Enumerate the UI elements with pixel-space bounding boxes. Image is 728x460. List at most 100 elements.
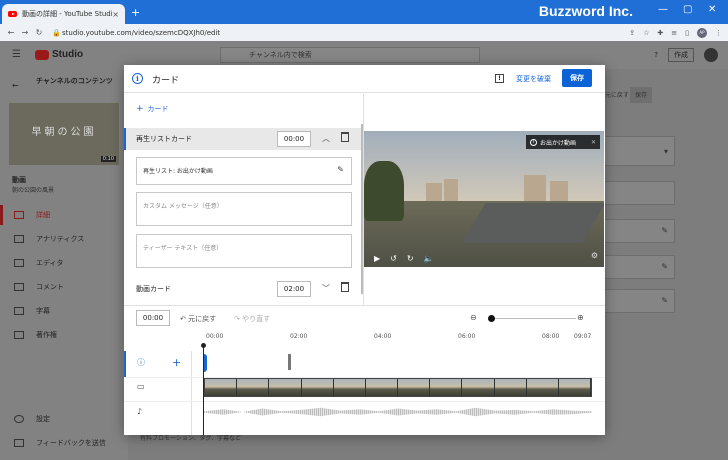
undo-button[interactable]: ↶ 元に戻す	[180, 314, 216, 324]
sidebar-toggle-icon[interactable]: ▯	[685, 29, 689, 37]
back-arrow-icon[interactable]: ←	[4, 28, 18, 37]
sidebar-item-subtitles[interactable]: 字幕	[0, 301, 128, 321]
scrollbar[interactable]	[361, 124, 363, 294]
close-window-button[interactable]: ✕	[708, 4, 716, 15]
playlist-select-field[interactable]: 再生リスト: お出かけ動画 ✎	[136, 157, 352, 185]
sidebar-item-copyright[interactable]: 著作権	[0, 325, 128, 345]
channel-content-title[interactable]: チャンネルのコンテンツ	[36, 77, 116, 86]
pencil-icon[interactable]: ✎	[337, 165, 344, 174]
reload-icon[interactable]: ↻	[32, 28, 46, 37]
card-time-input[interactable]: 00:00	[277, 131, 311, 147]
sidebar-item-settings[interactable]: 設定	[0, 409, 128, 429]
active-track-indicator	[124, 351, 126, 377]
redo-button[interactable]: ↷ やり直す	[234, 314, 270, 324]
video-card-section: 動画カード 02:00 ﹀	[124, 278, 362, 300]
video-frame	[426, 183, 442, 201]
help-icon[interactable]: ?	[654, 51, 658, 59]
video-controls: ▶ ↺ ↻ 🔈	[364, 249, 604, 267]
new-tab-button[interactable]: +	[131, 6, 140, 19]
search-input[interactable]: チャンネル内で検索	[220, 47, 480, 63]
video-thumbnail[interactable]: 早朝の公園 0:10	[9, 103, 119, 165]
save-button[interactable]: 保存	[562, 69, 592, 87]
ruler-tick-label: 04:00	[374, 333, 392, 340]
sidebar-item-feedback[interactable]: フィードバックを送信	[0, 433, 128, 453]
discard-changes-button[interactable]: 変更を破棄	[516, 74, 551, 84]
card-teaser-overlay[interactable]: i お出かけ動画 ✕	[526, 135, 600, 149]
chevron-down-icon[interactable]: ﹀	[322, 283, 330, 294]
trash-icon[interactable]	[341, 132, 349, 142]
play-icon[interactable]: ▶	[374, 254, 380, 263]
channel-avatar[interactable]	[704, 48, 718, 62]
browser-tab[interactable]: 動画の詳細 - YouTube Studio ×	[2, 4, 125, 24]
zoom-in-icon[interactable]: ⊕	[577, 313, 584, 322]
editor-icon	[14, 259, 24, 267]
rewind-10-icon[interactable]: ↺	[390, 254, 397, 263]
studio-logo[interactable]: Studio	[35, 49, 83, 60]
profile-avatar[interactable]: AP	[697, 27, 707, 38]
youtube-logo-icon	[35, 49, 49, 60]
playlist-card-marker[interactable]	[204, 354, 207, 372]
browser-titlebar: 動画の詳細 - YouTube Studio × + Buzzword Inc.…	[0, 0, 728, 24]
add-card-button[interactable]: + カード	[136, 104, 169, 114]
sidebar-item-details[interactable]: 詳細	[0, 205, 128, 225]
menu-dots-icon[interactable]: ⋮	[715, 29, 722, 37]
redo-label: やり直す	[242, 315, 271, 323]
video-preview[interactable]: i お出かけ動画 ✕ ▶ ↺ ↻ 🔈 ⚙	[364, 131, 604, 267]
sidebar-item-label: 設定	[36, 415, 50, 423]
modal-title: カード	[152, 76, 180, 86]
url-field[interactable]: studio.youtube.com/video/szemcDQXJh0/edi…	[62, 29, 220, 37]
trash-icon[interactable]	[341, 282, 349, 292]
custom-message-field[interactable]: カスタム メッセージ（任意）	[136, 192, 352, 226]
bg-field: ✎	[593, 219, 675, 243]
reading-list-icon[interactable]: ≡	[671, 29, 677, 37]
extensions-icon[interactable]: ✚	[657, 29, 663, 37]
youtube-favicon-icon	[8, 11, 17, 17]
sidebar-item-analytics[interactable]: アナリティクス	[0, 229, 128, 249]
video-frame	[444, 179, 458, 201]
sidebar-item-comments[interactable]: コメント	[0, 277, 128, 297]
header-actions: ? 作成	[654, 48, 718, 62]
minimize-button[interactable]: —	[658, 4, 668, 15]
copyright-icon	[14, 331, 24, 339]
bg-save-button: 保存	[630, 87, 653, 103]
zoom-slider[interactable]	[492, 318, 576, 319]
maximize-button[interactable]: ▢	[683, 4, 692, 15]
video-card-marker[interactable]	[288, 354, 291, 370]
teaser-text-field[interactable]: ティーザー テキスト（任意）	[136, 234, 352, 268]
browser-toolbar: ⇪ ☆ ✚ ≡ ▯ AP ⋮	[629, 27, 722, 38]
hamburger-menu-icon[interactable]: ☰	[12, 49, 21, 60]
sidebar-item-editor[interactable]: エディタ	[0, 253, 128, 273]
create-button[interactable]: 作成	[668, 48, 694, 62]
zoom-slider-handle[interactable]	[488, 315, 495, 322]
tab-close-icon[interactable]: ×	[112, 10, 119, 19]
zoom-out-icon[interactable]: ⊖	[470, 313, 477, 322]
teaser-text: お出かけ動画	[540, 139, 577, 147]
lock-icon: 🔒	[52, 28, 61, 37]
timeline-playhead[interactable]	[201, 343, 206, 435]
star-icon[interactable]: ☆	[643, 29, 649, 37]
forward-10-icon[interactable]: ↻	[407, 254, 414, 263]
share-icon[interactable]: ⇪	[629, 29, 635, 37]
card-title: 再生リストカード	[136, 135, 192, 143]
forward-arrow-icon[interactable]: →	[18, 28, 32, 37]
close-icon[interactable]: ✕	[591, 139, 596, 146]
logo-text: Studio	[52, 49, 84, 60]
add-card-plus-icon[interactable]: +	[172, 356, 181, 369]
volume-icon[interactable]: 🔈	[424, 254, 434, 263]
video-label: 動画	[12, 176, 26, 184]
gear-icon[interactable]: ⚙	[591, 251, 598, 260]
chevron-up-icon[interactable]: ︿	[322, 133, 330, 144]
video-card-header[interactable]: 動画カード 02:00 ﹀	[124, 278, 362, 300]
feedback-flag-icon[interactable]: !	[495, 74, 504, 83]
back-arrow-icon[interactable]: ←	[12, 81, 19, 90]
playlist-card-header[interactable]: 再生リストカード 00:00 ︿	[124, 128, 362, 150]
card-time-input[interactable]: 02:00	[277, 281, 311, 297]
timeline-toolbar: 00:00 ↶ 元に戻す ↷ やり直す ⊖ ⊕	[124, 305, 605, 331]
info-icon: i	[132, 73, 143, 84]
sidebar-item-label: 詳細	[36, 211, 50, 219]
bg-field	[593, 181, 675, 205]
cards-list-panel: + カード 再生リストカード 00:00 ︿ 再生リスト: お出かけ動画 ✎ カス…	[124, 94, 364, 305]
timeline-time-input[interactable]: 00:00	[136, 310, 170, 326]
track-divider	[124, 401, 605, 402]
video-frame	[524, 175, 546, 201]
